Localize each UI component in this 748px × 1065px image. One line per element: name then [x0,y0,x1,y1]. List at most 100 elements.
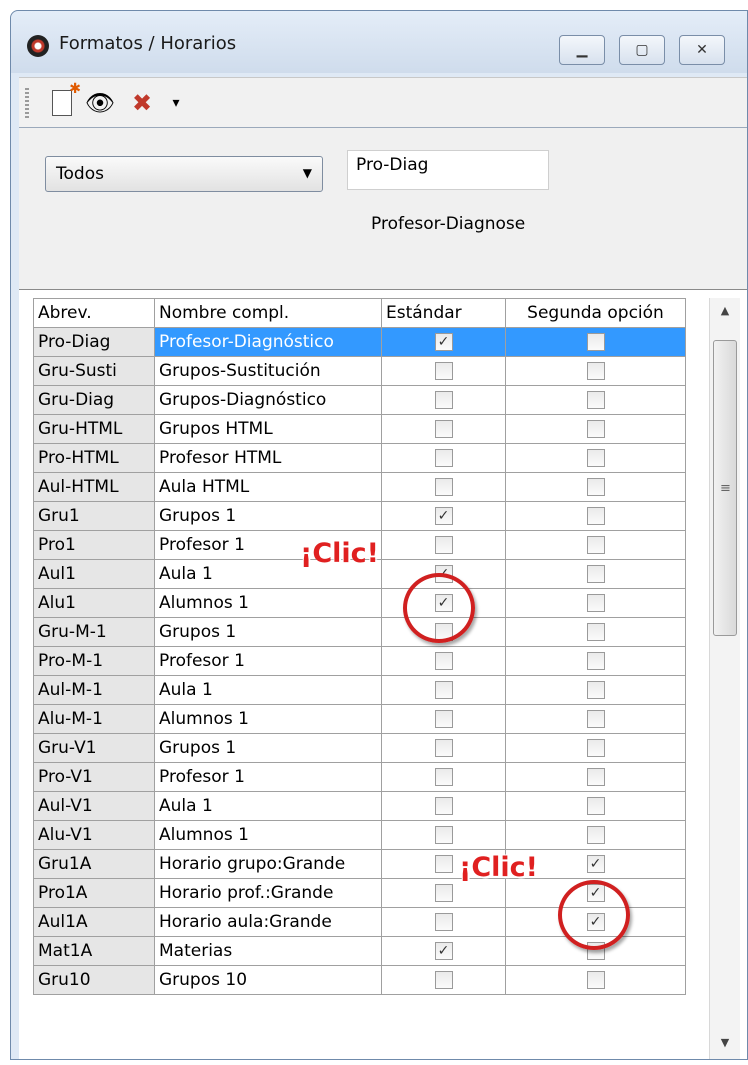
row-abrev-cell[interactable]: Gru-Susti [33,356,155,386]
segunda-checkbox[interactable] [586,565,605,583]
new-button[interactable] [45,81,81,120]
table-row[interactable]: Gru10 Grupos 10 [33,965,686,995]
estandar-checkbox[interactable] [434,884,453,902]
estandar-checkbox[interactable]: ✓ [434,507,453,525]
minimize-button[interactable]: ▁ [559,35,605,65]
vertical-scrollbar[interactable]: ▲ ≡ ▼ [709,298,740,1059]
segunda-checkbox[interactable] [586,797,605,815]
segunda-checkbox[interactable] [586,333,605,351]
row-abrev-cell[interactable]: Aul1A [33,907,155,937]
estandar-checkbox[interactable] [434,855,453,873]
row-nombre-cell[interactable]: Grupos 1 [154,733,382,763]
abrev-input[interactable]: Pro-Diag [347,150,549,190]
scroll-thumb[interactable]: ≡ [713,340,737,636]
segunda-checkbox[interactable] [586,826,605,844]
table-row[interactable]: Gru-HTML Grupos HTML [33,414,686,444]
column-header-segunda[interactable]: Segunda opción [505,298,686,328]
segunda-checkbox[interactable] [586,594,605,612]
row-nombre-cell[interactable]: Grupos 1 [154,501,382,531]
row-abrev-cell[interactable]: Mat1A [33,936,155,966]
table-row[interactable]: Gru-M-1 Grupos 1 [33,617,686,647]
segunda-checkbox[interactable] [586,362,605,380]
estandar-checkbox[interactable] [434,739,453,757]
estandar-checkbox[interactable] [434,710,453,728]
row-nombre-cell[interactable]: Profesor-Diagnóstico [154,327,382,357]
column-header-estandar[interactable]: Estándar [381,298,506,328]
row-nombre-cell[interactable]: Grupos 10 [154,965,382,995]
estandar-checkbox[interactable] [434,971,453,989]
table-row[interactable]: Pro-M-1 Profesor 1 [33,646,686,676]
row-nombre-cell[interactable]: Grupos HTML [154,414,382,444]
row-abrev-cell[interactable]: Aul1 [33,559,155,589]
row-abrev-cell[interactable]: Gru-V1 [33,733,155,763]
table-row[interactable]: Alu1 Alumnos 1 ✓ [33,588,686,618]
segunda-checkbox[interactable]: ✓ [586,855,605,873]
segunda-checkbox[interactable] [586,623,605,641]
estandar-checkbox[interactable] [434,913,453,931]
row-nombre-cell[interactable]: Horario grupo:Grande [154,849,382,879]
toolbar-grip[interactable] [25,88,29,118]
segunda-checkbox[interactable] [586,507,605,525]
row-nombre-cell[interactable]: Alumnos 1 [154,820,382,850]
row-nombre-cell[interactable]: Horario aula:Grande [154,907,382,937]
segunda-checkbox[interactable] [586,681,605,699]
table-row[interactable]: Alu-M-1 Alumnos 1 [33,704,686,734]
row-nombre-cell[interactable]: Alumnos 1 [154,588,382,618]
segunda-checkbox[interactable] [586,710,605,728]
table-row[interactable]: Alu-V1 Alumnos 1 [33,820,686,850]
estandar-checkbox[interactable]: ✓ [434,942,453,960]
row-abrev-cell[interactable]: Pro-M-1 [33,646,155,676]
row-abrev-cell[interactable]: Alu-V1 [33,820,155,850]
close-button[interactable]: ✕ [679,35,725,65]
column-header-nombre[interactable]: Nombre compl. [154,298,382,328]
table-row[interactable]: Gru1 Grupos 1 ✓ [33,501,686,531]
table-row[interactable]: Gru-V1 Grupos 1 [33,733,686,763]
row-abrev-cell[interactable]: Aul-M-1 [33,675,155,705]
row-nombre-cell[interactable]: Profesor 1 [154,646,382,676]
segunda-checkbox[interactable] [586,391,605,409]
segunda-checkbox[interactable] [586,652,605,670]
segunda-checkbox[interactable] [586,478,605,496]
row-abrev-cell[interactable]: Gru1 [33,501,155,531]
estandar-checkbox[interactable] [434,391,453,409]
estandar-checkbox[interactable] [434,652,453,670]
estandar-checkbox[interactable]: ✓ [434,333,453,351]
segunda-checkbox[interactable] [586,420,605,438]
estandar-checkbox[interactable] [434,797,453,815]
table-row[interactable]: Pro-Diag Profesor-Diagnóstico ✓ [33,327,686,357]
table-row[interactable]: Pro-V1 Profesor 1 [33,762,686,792]
row-abrev-cell[interactable]: Gru-HTML [33,414,155,444]
row-nombre-cell[interactable]: Aula HTML [154,472,382,502]
estandar-checkbox[interactable] [434,681,453,699]
row-abrev-cell[interactable]: Pro1A [33,878,155,908]
estandar-checkbox[interactable] [434,420,453,438]
estandar-checkbox[interactable] [434,478,453,496]
table-row[interactable]: Gru-Diag Grupos-Diagnóstico [33,385,686,415]
row-abrev-cell[interactable]: Pro-Diag [33,327,155,357]
segunda-checkbox[interactable] [586,768,605,786]
row-nombre-cell[interactable]: Grupos 1 [154,617,382,647]
row-abrev-cell[interactable]: Aul-V1 [33,791,155,821]
estandar-checkbox[interactable] [434,826,453,844]
row-nombre-cell[interactable]: Materias [154,936,382,966]
row-nombre-cell[interactable]: Profesor 1 [154,762,382,792]
filter-select[interactable]: Todos ▼ [45,156,323,192]
row-abrev-cell[interactable]: Gru-M-1 [33,617,155,647]
delete-button[interactable]: ✖ [125,86,159,120]
column-header-abrev[interactable]: Abrev. [33,298,155,328]
row-abrev-cell[interactable]: Pro-V1 [33,762,155,792]
row-nombre-cell[interactable]: Profesor HTML [154,443,382,473]
table-row[interactable]: Aul-V1 Aula 1 [33,791,686,821]
row-abrev-cell[interactable]: Gru1A [33,849,155,879]
table-row[interactable]: Pro-HTML Profesor HTML [33,443,686,473]
estandar-checkbox[interactable] [434,449,453,467]
table-row[interactable]: Aul-HTML Aula HTML [33,472,686,502]
table-row[interactable]: Gru1A Horario grupo:Grande ✓ [33,849,686,879]
row-abrev-cell[interactable]: Gru10 [33,965,155,995]
segunda-checkbox[interactable] [586,449,605,467]
row-abrev-cell[interactable]: Pro-HTML [33,443,155,473]
title-bar[interactable]: Formatos / Horarios ▁ ▢ ✕ [11,11,747,73]
row-abrev-cell[interactable]: Pro1 [33,530,155,560]
delete-dropdown-button[interactable]: ▾ [159,86,193,120]
segunda-checkbox[interactable] [586,536,605,554]
